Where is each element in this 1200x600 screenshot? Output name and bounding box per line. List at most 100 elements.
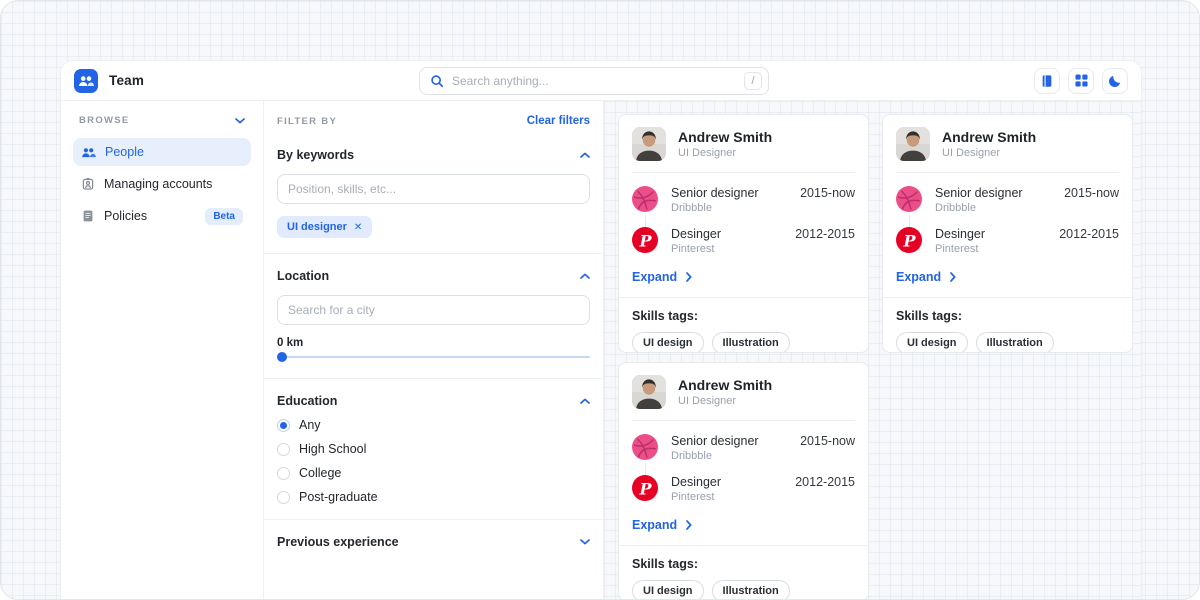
card-header: Andrew Smith UI Designer: [632, 127, 855, 173]
divider: [264, 378, 603, 379]
app-window: Team /: [61, 61, 1141, 600]
moon-icon: [1108, 74, 1122, 88]
keywords-section-header[interactable]: By keywords: [277, 148, 590, 162]
sidebar-item-people[interactable]: People: [73, 138, 251, 166]
education-option-college[interactable]: College: [277, 466, 590, 480]
person-name: Andrew Smith: [678, 377, 772, 393]
keywords-input[interactable]: [277, 174, 590, 204]
position-text: Desinger Pinterest: [935, 227, 985, 255]
divider: [619, 545, 868, 546]
skills-label: Skills tags:: [632, 557, 855, 571]
sidebar: BROWSE People: [61, 101, 263, 600]
sidebar-item-managing-accounts[interactable]: Managing accounts: [73, 170, 251, 198]
position-text: Desinger Pinterest: [671, 227, 721, 255]
keyword-tag-label: UI designer: [287, 221, 347, 233]
apps-grid-button[interactable]: [1068, 68, 1094, 94]
sidebar-item-policies[interactable]: Policies Beta: [73, 202, 251, 230]
keyword-tag[interactable]: UI designer ✕: [277, 216, 372, 238]
avatar-photo: [896, 127, 930, 161]
people-icon: [78, 75, 94, 87]
clear-filters-link[interactable]: Clear filters: [527, 115, 590, 127]
people-icon: [81, 147, 96, 158]
expand-link[interactable]: Expand: [632, 518, 692, 532]
radio-selected: [277, 419, 290, 432]
experience-section-header[interactable]: Previous experience: [277, 535, 590, 549]
position-company: Pinterest: [935, 243, 985, 255]
skill-tag: Illustration: [712, 332, 790, 353]
position-text: Senior designer Dribbble: [935, 186, 1023, 214]
browse-section-header[interactable]: BROWSE: [73, 115, 251, 126]
radio-unselected: [277, 491, 290, 504]
search-input[interactable]: [452, 74, 736, 88]
expand-label: Expand: [896, 270, 941, 284]
positions-list: Senior designer Dribbble 2015-now P: [896, 173, 1119, 255]
positions-list: Senior designer Dribbble 2015-now P: [632, 173, 855, 255]
position-period: 2015-now: [800, 186, 855, 200]
position-title: Desinger: [671, 475, 721, 489]
distance-slider[interactable]: [277, 351, 590, 363]
search-bar[interactable]: /: [419, 67, 769, 95]
radio-unselected: [277, 443, 290, 456]
svg-text:P: P: [902, 232, 916, 251]
location-section-header[interactable]: Location: [277, 269, 590, 283]
position-row: Senior designer Dribbble 2015-now: [632, 186, 855, 214]
keywords-title: By keywords: [277, 148, 354, 162]
dark-mode-button[interactable]: [1102, 68, 1128, 94]
position-company: Dribbble: [935, 202, 1023, 214]
expand-link[interactable]: Expand: [896, 270, 956, 284]
expand-label: Expand: [632, 518, 677, 532]
chevron-up-icon[interactable]: [580, 152, 590, 158]
header-actions: [1034, 68, 1128, 94]
education-section-header[interactable]: Education: [277, 394, 590, 408]
chevron-down-icon[interactable]: [580, 539, 590, 545]
education-option-post-graduate[interactable]: Post-graduate: [277, 490, 590, 504]
chevron-up-icon[interactable]: [580, 398, 590, 404]
skills-tags: UI design Illustration: [896, 332, 1119, 353]
position-row: Senior designer Dribbble 2015-now: [896, 186, 1119, 214]
position-text: Desinger Pinterest: [671, 475, 721, 503]
person-role: UI Designer: [942, 147, 1036, 159]
distance-value-label: 0 km: [277, 337, 590, 349]
app-logo[interactable]: [74, 69, 98, 93]
filter-by-label: FILTER BY: [277, 116, 337, 127]
position-text: Senior designer Dribbble: [671, 434, 759, 462]
expand-label: Expand: [632, 270, 677, 284]
person-role: UI Designer: [678, 147, 772, 159]
close-icon[interactable]: ✕: [354, 222, 362, 233]
chevron-down-icon[interactable]: [235, 118, 245, 124]
slider-thumb[interactable]: [277, 352, 287, 362]
divider: [264, 519, 603, 520]
expand-link[interactable]: Expand: [632, 270, 692, 284]
education-option-high-school[interactable]: High School: [277, 442, 590, 456]
skill-tag: UI design: [632, 580, 704, 600]
dribbble-icon: [632, 186, 658, 212]
slider-track[interactable]: [277, 356, 590, 358]
position-company: Dribbble: [671, 202, 759, 214]
position-company: Pinterest: [671, 491, 721, 503]
person-card: Andrew Smith UI Designer: [618, 114, 869, 353]
divider: [619, 297, 868, 298]
person-card: Andrew Smith UI Designer: [882, 114, 1133, 353]
grid-icon: [1075, 74, 1088, 87]
radio-unselected: [277, 467, 290, 480]
sidebar-nav: People Managing accounts: [73, 138, 251, 230]
education-option-any[interactable]: Any: [277, 418, 590, 432]
policy-document-icon: [81, 209, 95, 223]
chevron-up-icon[interactable]: [580, 273, 590, 279]
id-badge-icon: [81, 177, 95, 191]
avatar-photo: [632, 127, 666, 161]
chevron-right-icon: [950, 272, 956, 282]
pinterest-icon: P: [632, 475, 658, 501]
library-button[interactable]: [1034, 68, 1060, 94]
skills-tags: UI design Illustration: [632, 580, 855, 600]
position-row: P Desinger Pinterest 2012-2015: [632, 475, 855, 503]
position-title: Senior designer: [671, 186, 759, 200]
experience-title: Previous experience: [277, 535, 399, 549]
position-company: Pinterest: [671, 243, 721, 255]
city-search-input[interactable]: [277, 295, 590, 325]
position-title: Desinger: [935, 227, 985, 241]
position-title: Desinger: [671, 227, 721, 241]
search-icon: [430, 74, 444, 88]
person-card: Andrew Smith UI Designer: [618, 362, 869, 600]
sidebar-item-label: People: [105, 145, 243, 159]
